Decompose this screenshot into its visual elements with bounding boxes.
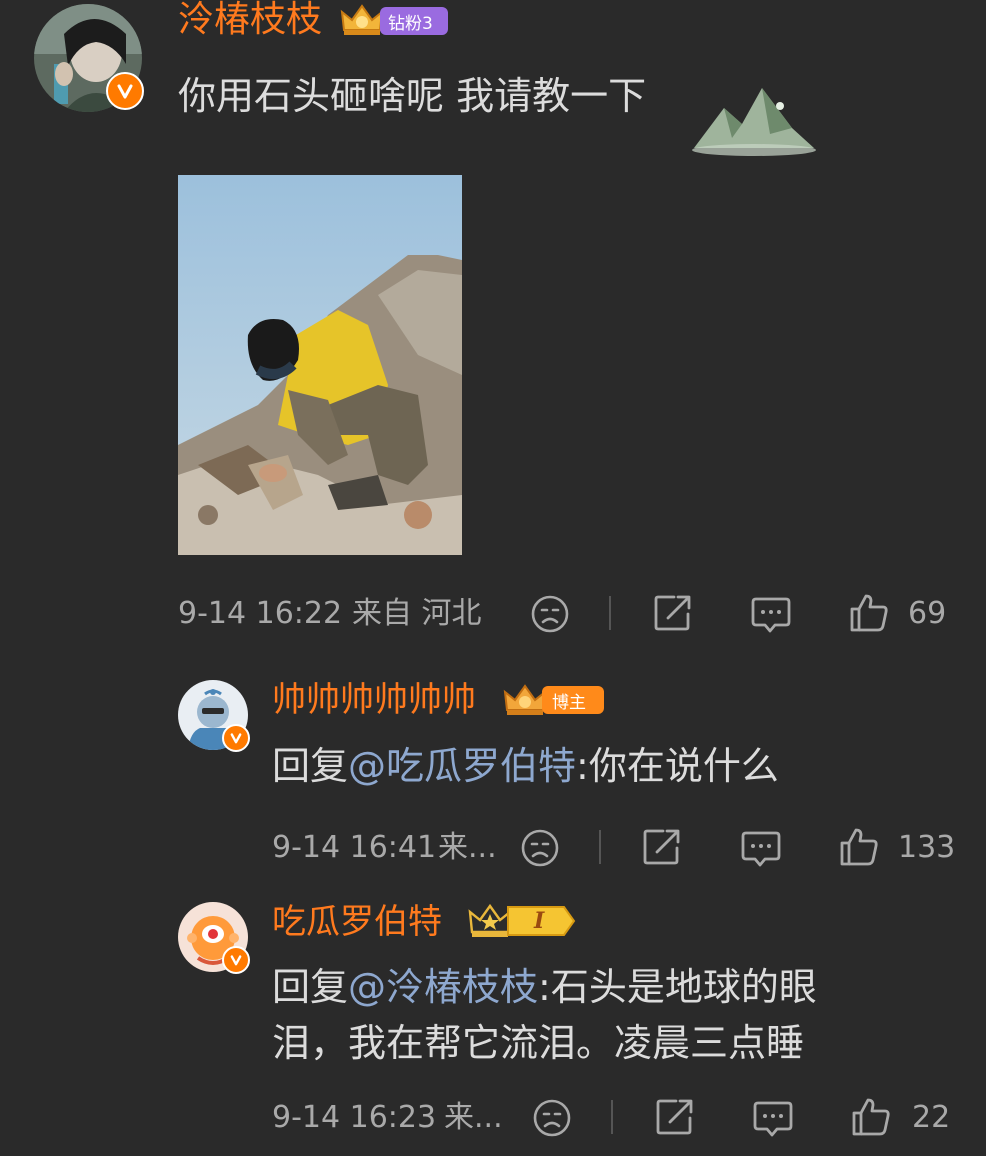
- username[interactable]: 帅帅帅帅帅帅: [272, 680, 476, 720]
- like-icon[interactable]: [838, 826, 880, 868]
- comment-icon[interactable]: [740, 828, 782, 870]
- comment-icon[interactable]: [752, 1098, 794, 1140]
- mention-link[interactable]: @吃瓜罗伯特: [348, 744, 576, 788]
- comment-location: 来...: [438, 830, 497, 865]
- reply-body: :石头是地球的眼: [538, 965, 817, 1009]
- comment-text: 回复@吃瓜罗伯特:你在说什么: [272, 742, 779, 790]
- emoji-icon[interactable]: [520, 828, 560, 868]
- share-icon[interactable]: [654, 1096, 696, 1138]
- mention-link[interactable]: @泠椿枝枝: [348, 965, 538, 1009]
- share-icon[interactable]: [652, 592, 694, 634]
- like-icon[interactable]: [850, 1096, 892, 1138]
- mountain-sticker: [692, 88, 816, 156]
- crown-icon: [340, 4, 384, 35]
- comment-time: 9-14 16:23: [272, 1100, 437, 1135]
- emoji-icon[interactable]: [530, 594, 570, 634]
- badge-label: I: [534, 908, 545, 934]
- verified-icon: [222, 724, 250, 752]
- divider: [599, 830, 601, 864]
- comment-icon[interactable]: [750, 594, 792, 636]
- comment-location: 来自 河北: [352, 596, 482, 631]
- like-icon[interactable]: [848, 592, 890, 634]
- comment-time: 9-14 16:22: [178, 596, 343, 631]
- like-count: 22: [912, 1100, 951, 1135]
- avatar[interactable]: [178, 680, 250, 752]
- comment-text-line2: 泪，我在帮它流泪。凌晨三点睡: [272, 1021, 805, 1065]
- comment-text: 你用石头砸啥呢 我请教一下: [178, 74, 647, 118]
- like-count: 133: [898, 830, 956, 865]
- divider: [611, 1100, 613, 1134]
- reply-prefix: 回复: [272, 965, 349, 1009]
- comment-image[interactable]: [178, 175, 462, 555]
- avatar[interactable]: [34, 4, 144, 112]
- badge-label: 博主: [542, 686, 604, 714]
- divider: [609, 596, 611, 630]
- username[interactable]: 泠椿枝枝: [178, 0, 322, 40]
- fan-badge: 钻粉3: [338, 2, 450, 38]
- member-badge: I: [466, 902, 578, 940]
- comment-text: 回复@泠椿枝枝:石头是地球的眼: [272, 963, 817, 1011]
- emoji-icon[interactable]: [532, 1098, 572, 1138]
- badge-label: 钻粉3: [380, 7, 448, 35]
- verified-icon: [106, 72, 144, 110]
- avatar[interactable]: [178, 902, 250, 974]
- username[interactable]: 吃瓜罗伯特: [272, 902, 442, 942]
- blogger-badge: 博主: [502, 682, 604, 718]
- share-icon[interactable]: [641, 826, 683, 868]
- reply-body: :你在说什么: [576, 744, 779, 788]
- reply-prefix: 回复: [272, 744, 349, 788]
- like-count: 69: [908, 596, 947, 631]
- verified-icon: [222, 946, 250, 974]
- comment-location: 来...: [444, 1100, 503, 1135]
- comment-time: 9-14 16:41: [272, 830, 437, 865]
